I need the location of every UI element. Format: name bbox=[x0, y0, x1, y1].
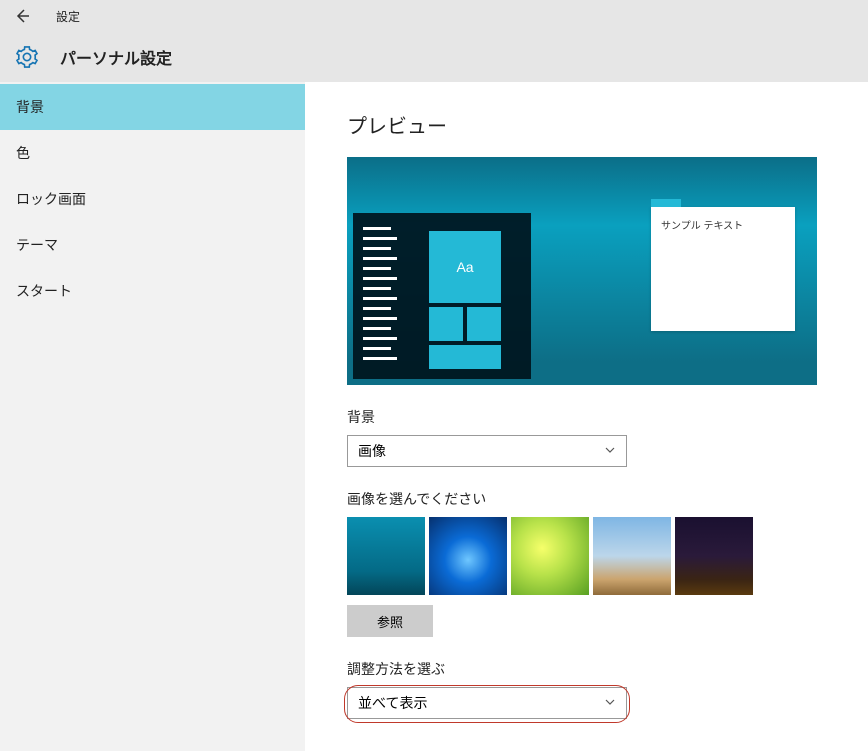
thumb-green-leaf[interactable] bbox=[511, 517, 589, 595]
sidebar-item-label: ロック画面 bbox=[16, 189, 86, 209]
sidebar-item-label: スタート bbox=[16, 281, 72, 301]
page-caption: パーソナル設定 bbox=[60, 45, 172, 69]
sidebar-item-start[interactable]: スタート bbox=[0, 268, 305, 314]
sidebar-item-background[interactable]: 背景 bbox=[0, 84, 305, 130]
sidebar: 背景 色 ロック画面 テーマ スタート bbox=[0, 82, 305, 751]
thumb-windows-light[interactable] bbox=[429, 517, 507, 595]
chevron-down-icon bbox=[604, 443, 616, 459]
sample-text: サンプル テキスト bbox=[651, 207, 795, 242]
content-pane: プレビュー Aa サンプル テキスト 背景 画像 bbox=[305, 82, 868, 751]
background-type-select[interactable]: 画像 bbox=[347, 435, 627, 467]
browse-label: 参照 bbox=[377, 612, 403, 631]
image-thumbnails bbox=[347, 517, 868, 595]
sidebar-item-colors[interactable]: 色 bbox=[0, 130, 305, 176]
start-menu-mock: Aa bbox=[353, 213, 531, 379]
gear-icon bbox=[16, 46, 38, 68]
accent-tile-icon: Aa bbox=[429, 231, 501, 303]
background-label: 背景 bbox=[347, 407, 868, 427]
sidebar-item-label: テーマ bbox=[16, 235, 58, 255]
browse-button[interactable]: 参照 bbox=[347, 605, 433, 637]
sidebar-item-lockscreen[interactable]: ロック画面 bbox=[0, 176, 305, 222]
window-title: 設定 bbox=[56, 8, 80, 25]
background-preview: Aa サンプル テキスト bbox=[347, 157, 817, 385]
select-value: 画像 bbox=[358, 441, 386, 461]
titlebar: 設定 bbox=[0, 0, 868, 32]
back-button[interactable] bbox=[8, 2, 36, 30]
fit-select-annotation: 並べて表示 bbox=[347, 687, 627, 719]
preview-heading: プレビュー bbox=[347, 110, 868, 139]
header: パーソナル設定 bbox=[0, 32, 868, 82]
sidebar-item-label: 色 bbox=[16, 143, 30, 163]
small-tiles-icon bbox=[429, 307, 505, 341]
thumb-night-sky[interactable] bbox=[675, 517, 753, 595]
back-arrow-icon bbox=[14, 8, 30, 24]
fit-select[interactable]: 並べて表示 bbox=[347, 687, 627, 719]
thumb-underwater[interactable] bbox=[347, 517, 425, 595]
chevron-down-icon bbox=[604, 695, 616, 711]
sidebar-item-label: 背景 bbox=[16, 97, 44, 117]
start-list-mock bbox=[363, 227, 407, 367]
fit-label: 調整方法を選ぶ bbox=[347, 659, 868, 679]
wide-tile-icon bbox=[429, 345, 501, 369]
choose-image-label: 画像を選んでください bbox=[347, 489, 868, 509]
thumb-beach[interactable] bbox=[593, 517, 671, 595]
sidebar-item-themes[interactable]: テーマ bbox=[0, 222, 305, 268]
select-value: 並べて表示 bbox=[358, 693, 427, 713]
sample-window: サンプル テキスト bbox=[651, 207, 795, 331]
